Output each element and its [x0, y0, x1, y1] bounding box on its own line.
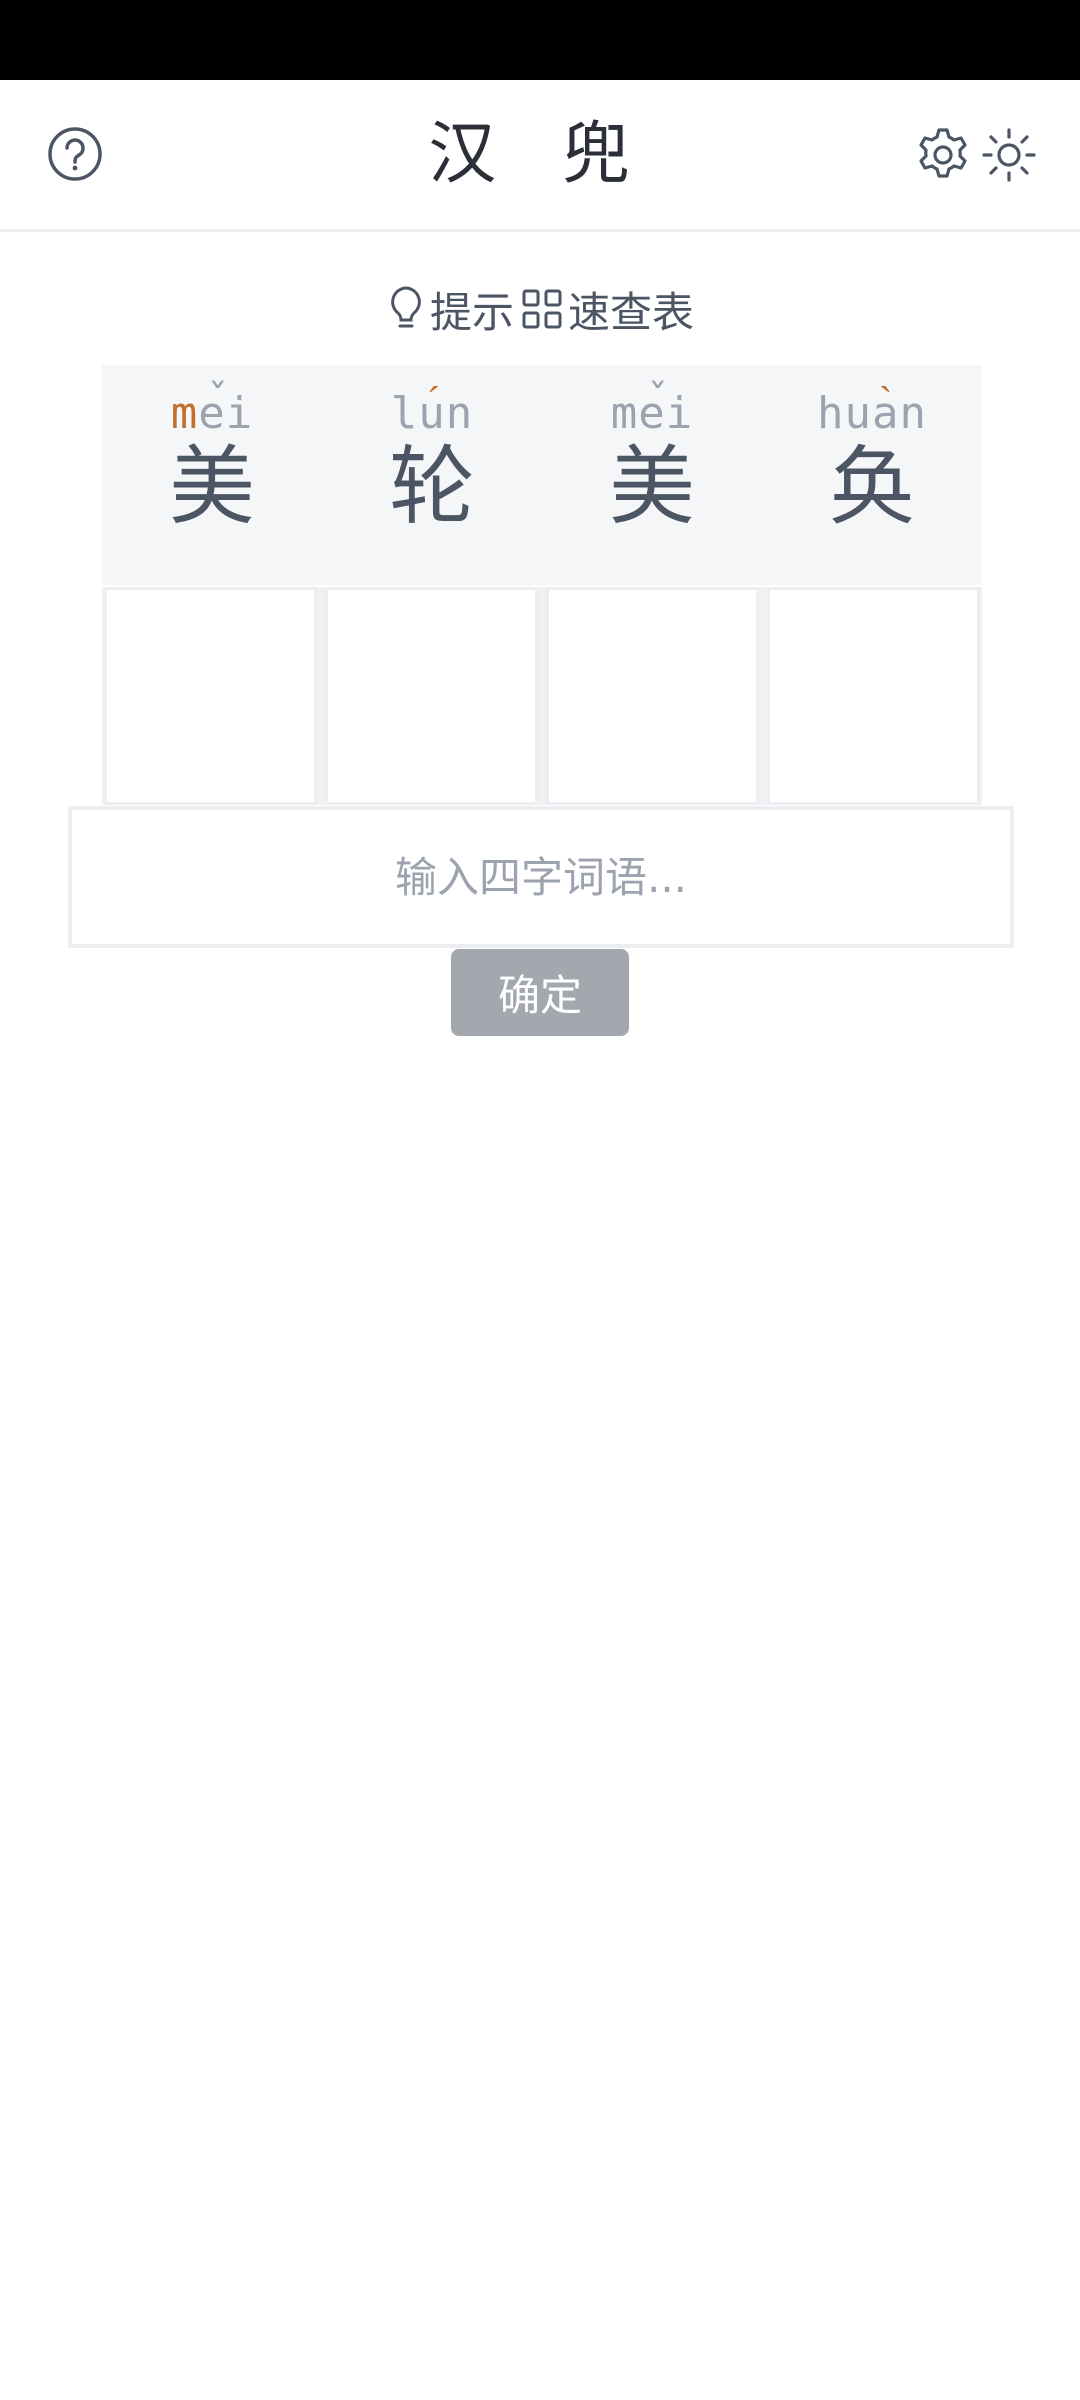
idiom-input[interactable]: [68, 806, 1014, 948]
toolbar: 提示 速查表: [0, 278, 1080, 340]
tone-mark: ˊ: [426, 378, 441, 424]
hint-button[interactable]: 提示: [386, 279, 514, 340]
guess-cell: ˋ huan 奂: [762, 365, 982, 585]
answer-cell: [325, 587, 538, 805]
answer-cell: [104, 587, 317, 805]
pinyin-initial: m: [610, 388, 639, 439]
answer-cell: [767, 587, 980, 805]
sun-icon: [982, 128, 1036, 182]
hanzi: 美: [609, 437, 695, 537]
app-title: 汉 兜: [428, 115, 652, 194]
guess-cell: ˇ mei 美: [542, 365, 762, 585]
hanzi: 轮: [389, 437, 475, 537]
pinyin-initial: h: [817, 388, 845, 439]
tone-mark: ˋ: [879, 378, 893, 424]
guess-cell: ˇ mei 美: [102, 365, 322, 585]
pinyin: ˇ mei: [610, 377, 693, 441]
status-bar: [0, 0, 1080, 80]
pinyin-initial: m: [170, 388, 199, 439]
guess-row: ˇ mei 美 ˊ lun 轮 ˇ mei 美 ˋ huan 奂: [102, 365, 982, 585]
help-button[interactable]: [45, 124, 105, 184]
tone-mark: ˇ: [645, 377, 670, 423]
guess-cell: ˊ lun 轮: [322, 365, 542, 585]
tone-mark: ˇ: [205, 377, 230, 423]
pinyin: ˊ lun: [390, 378, 473, 441]
hanzi: 美: [169, 437, 255, 537]
hint-label: 提示: [429, 287, 514, 337]
quick-reference-button[interactable]: 速查表: [520, 279, 694, 340]
gear-icon: [919, 128, 967, 178]
answer-cell: [546, 587, 759, 805]
lightbulb-icon: [391, 286, 421, 328]
theme-toggle-button[interactable]: [978, 124, 1040, 186]
settings-button[interactable]: [912, 124, 974, 186]
answer-row: [102, 587, 982, 805]
confirm-button[interactable]: 确定: [451, 949, 629, 1036]
pinyin: ˋ huan: [817, 378, 927, 441]
pinyin-initial: l: [390, 388, 419, 439]
quick-reference-label: 速查表: [568, 287, 695, 337]
app-header: 汉 兜: [0, 80, 1080, 232]
question-circle-icon: [48, 127, 102, 181]
hanzi: 奂: [829, 437, 915, 537]
grid-icon: [522, 289, 562, 329]
pinyin: ˇ mei: [170, 377, 253, 441]
